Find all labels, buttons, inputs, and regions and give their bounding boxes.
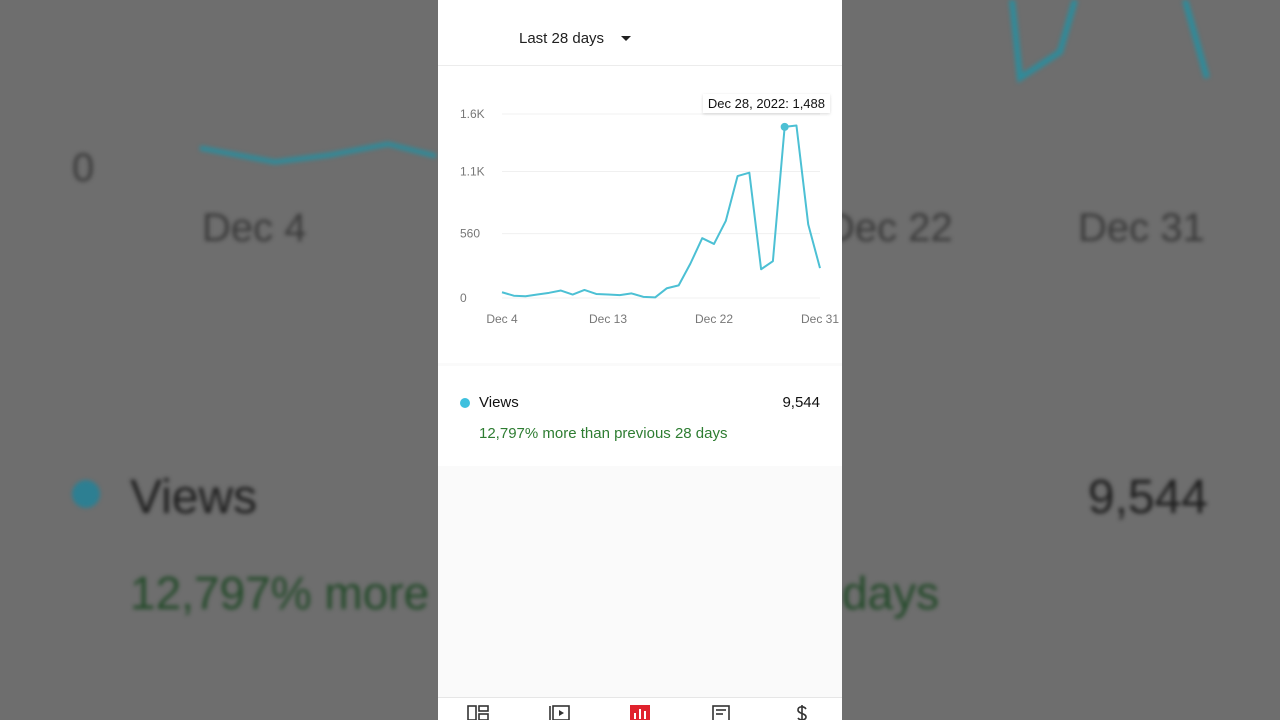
background-tick-dec31: Dec 31 (1078, 206, 1205, 250)
earn-icon (797, 705, 807, 720)
views-series-line (501, 124, 821, 299)
x-tick-label: Dec 31 (801, 312, 839, 326)
nav-content[interactable] (519, 698, 599, 720)
background-zero-tick: 0 (72, 146, 95, 190)
nav-earn[interactable] (762, 698, 842, 720)
background-views-total: 9,544 (1087, 471, 1208, 524)
date-range-label: Last 28 days (519, 29, 605, 47)
x-tick-label: Dec 22 (695, 312, 733, 326)
y-tick-label: 1.1K (460, 165, 485, 179)
background-tick-dec4: Dec 4 (202, 206, 307, 250)
y-tick-label: 0 (460, 291, 467, 305)
background-views-dot (72, 480, 100, 508)
analytics-panel: Last 28 days 0 560 1.1K 1.6K Dec 4 Dec 13 Dec … (438, 0, 842, 720)
y-tick-label: 1.6K (460, 107, 485, 121)
views-metric-value: 9,544 (782, 394, 820, 411)
background-views-label: Views (130, 471, 258, 524)
content-icon (549, 705, 570, 720)
nav-analytics[interactable] (600, 698, 680, 720)
highlighted-data-point (780, 122, 789, 131)
background-tick-dec22: Dec 22 (826, 206, 953, 250)
bottom-navigation (438, 697, 842, 720)
x-tick-label: Dec 4 (486, 312, 518, 326)
analytics-icon (630, 705, 650, 720)
comments-icon (712, 705, 730, 720)
views-metric-card[interactable]: Views 9,544 12,797% more than previous 2… (438, 366, 842, 466)
views-metric-label: Views (479, 394, 519, 411)
x-tick-label: Dec 13 (589, 312, 627, 326)
nav-comments[interactable] (681, 698, 761, 720)
y-tick-label: 560 (460, 227, 480, 241)
dropdown-caret-icon (621, 35, 632, 41)
views-legend-dot (460, 398, 470, 408)
header: Last 28 days (438, 0, 842, 66)
date-range-select[interactable]: Last 28 days (519, 27, 632, 49)
background-change-days: days (842, 567, 940, 619)
views-change-text: 12,797% more than previous 28 days (479, 425, 728, 442)
nav-dashboard[interactable] (438, 698, 518, 720)
dashboard-icon (467, 705, 489, 720)
background-change-text: 12,797% more (130, 567, 430, 619)
views-chart-card[interactable]: 0 560 1.1K 1.6K Dec 4 Dec 13 Dec 22 Dec 31 Dec … (438, 66, 842, 363)
chart-tooltip: Dec 28, 2022: 1,488 (702, 94, 830, 113)
